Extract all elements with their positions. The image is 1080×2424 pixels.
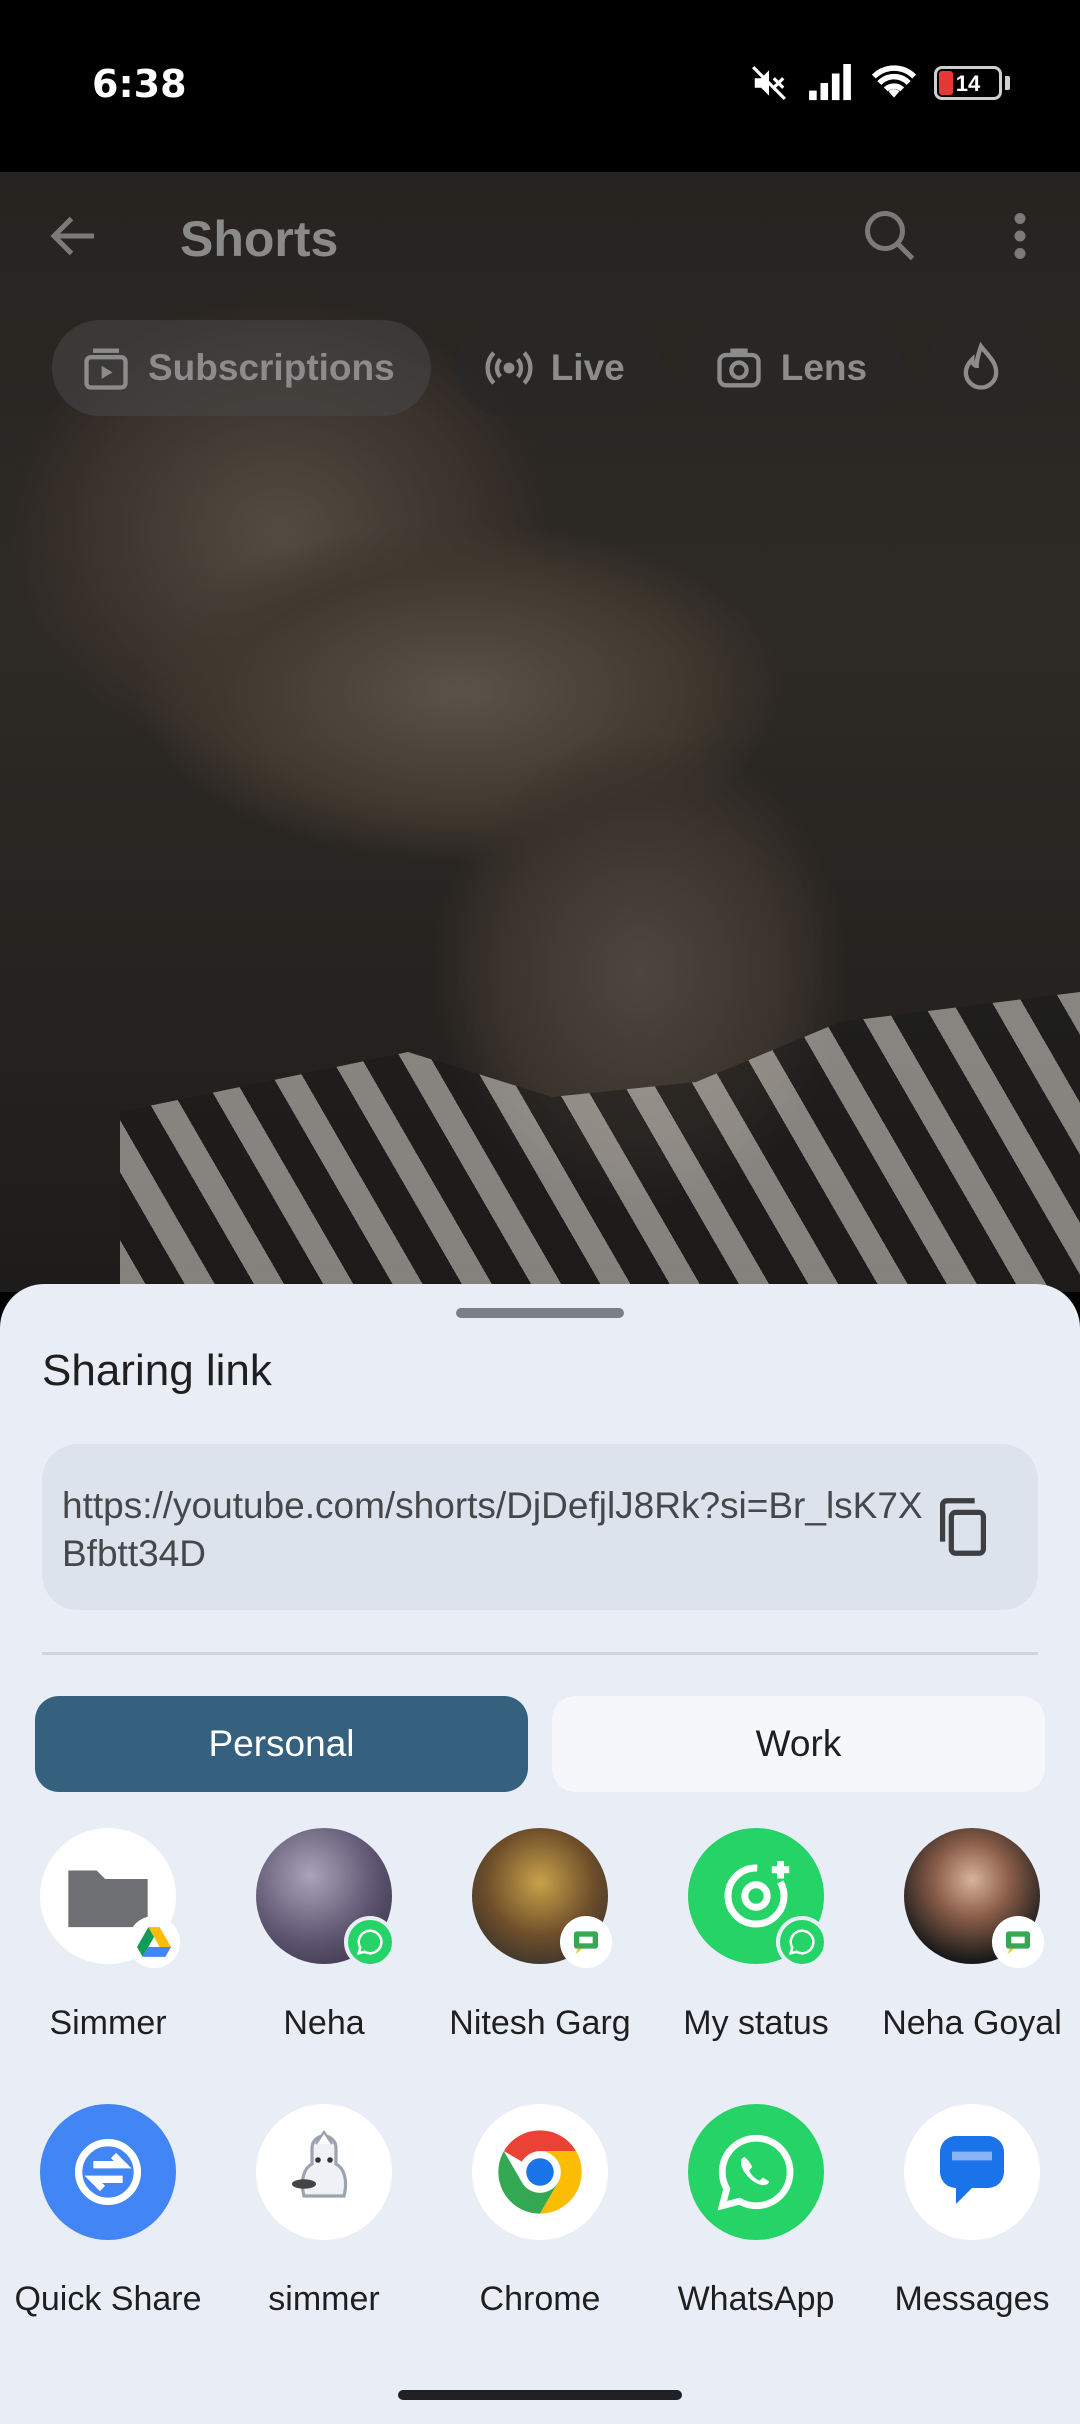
app-quick-share[interactable]: Quick Share — [0, 2104, 216, 2319]
video-shirt-stripes — [120, 992, 1080, 1292]
battery-icon: 14 — [934, 66, 1002, 100]
direct-share-row: Simmer Neha Nitesh Garg My status Neha G… — [0, 1828, 1080, 2043]
more-vert-icon[interactable] — [1000, 206, 1040, 266]
share-target-neha-goyal[interactable]: Neha Goyal — [864, 1828, 1080, 2043]
home-indicator[interactable] — [398, 2390, 682, 2400]
tab-personal[interactable]: Personal — [35, 1696, 528, 1792]
chip-label: Subscriptions — [148, 347, 395, 388]
signal-icon — [809, 64, 851, 101]
drag-handle[interactable] — [456, 1308, 624, 1318]
back-arrow-icon[interactable] — [44, 206, 104, 266]
battery-tip — [1005, 76, 1010, 90]
avatar — [472, 1828, 612, 1968]
share-target-simmer[interactable]: Simmer — [0, 1828, 216, 2043]
lens-icon — [717, 348, 761, 388]
mute-icon — [752, 66, 786, 100]
chip-subscriptions[interactable]: Subscriptions — [52, 320, 431, 416]
share-target-nitesh-garg[interactable]: Nitesh Garg — [432, 1828, 648, 2043]
app-whatsapp[interactable]: WhatsApp — [648, 2104, 864, 2319]
search-icon[interactable] — [860, 206, 920, 266]
share-sheet: Sharing link https://youtube.com/shorts/… — [0, 1284, 1080, 2424]
subscriptions-icon — [84, 348, 128, 390]
tab-work[interactable]: Work — [552, 1696, 1045, 1792]
copy-icon[interactable] — [928, 1492, 998, 1562]
target-label: My status — [683, 2004, 829, 2042]
shared-link-text: https://youtube.com/shorts/DjDefjlJ8Rk?s… — [62, 1485, 923, 1574]
profile-tabs: Personal Work — [35, 1696, 1045, 1792]
target-label: Chrome — [479, 2280, 601, 2318]
status-icons: 14 — [750, 64, 1010, 102]
link-preview: https://youtube.com/shorts/DjDefjlJ8Rk?s… — [42, 1444, 1038, 1610]
chip-label: Lens — [780, 347, 868, 388]
app-chrome[interactable]: Chrome — [432, 2104, 648, 2319]
avatar — [688, 1828, 828, 1968]
target-label: Quick Share — [14, 2280, 202, 2318]
chip-trending[interactable] — [927, 320, 1044, 416]
status-bar: 6:38 14 — [0, 0, 1080, 172]
avatar — [256, 1828, 396, 1968]
whatsapp-badge-icon — [776, 1916, 828, 1968]
chrome-icon — [472, 2104, 608, 2240]
divider — [42, 1652, 1038, 1655]
avatar — [40, 1828, 180, 1968]
google-messages-badge-icon — [992, 1916, 1044, 1968]
battery-level: 14 — [955, 71, 981, 96]
app-share-row: Quick Share simmer Chrome WhatsApp Messa… — [0, 2104, 1080, 2319]
messages-icon — [904, 2104, 1040, 2240]
simmer-app-icon — [256, 2104, 392, 2240]
target-label: Neha Goyal — [882, 2004, 1062, 2042]
chip-live[interactable]: Live — [454, 320, 661, 416]
wifi-icon — [872, 65, 916, 98]
page-title: Shorts — [180, 211, 339, 267]
shorts-chips: Subscriptions Live Lens — [52, 320, 1044, 416]
app-messages[interactable]: Messages — [864, 2104, 1080, 2319]
target-label: Messages — [894, 2280, 1050, 2318]
google-messages-badge-icon — [560, 1916, 612, 1968]
share-target-my-status[interactable]: My status — [648, 1828, 864, 2043]
google-drive-badge-icon — [128, 1916, 180, 1968]
target-label: simmer — [268, 2280, 380, 2318]
target-label: WhatsApp — [677, 2280, 835, 2318]
avatar — [904, 1828, 1044, 1968]
share-target-neha[interactable]: Neha — [216, 1828, 432, 2043]
quick-share-icon — [40, 2104, 176, 2240]
target-label: Neha — [283, 2004, 365, 2042]
flame-icon — [963, 342, 999, 390]
live-icon — [485, 351, 533, 385]
app-simmer[interactable]: simmer — [216, 2104, 432, 2319]
whatsapp-badge-icon — [344, 1916, 396, 1968]
clock: 6:38 — [92, 62, 187, 106]
whatsapp-icon — [688, 2104, 824, 2240]
sheet-title: Sharing link — [42, 1346, 272, 1395]
chip-label: Live — [550, 347, 625, 388]
target-label: Nitesh Garg — [449, 2004, 631, 2042]
target-label: Simmer — [49, 2004, 167, 2042]
chip-lens[interactable]: Lens — [684, 320, 904, 416]
